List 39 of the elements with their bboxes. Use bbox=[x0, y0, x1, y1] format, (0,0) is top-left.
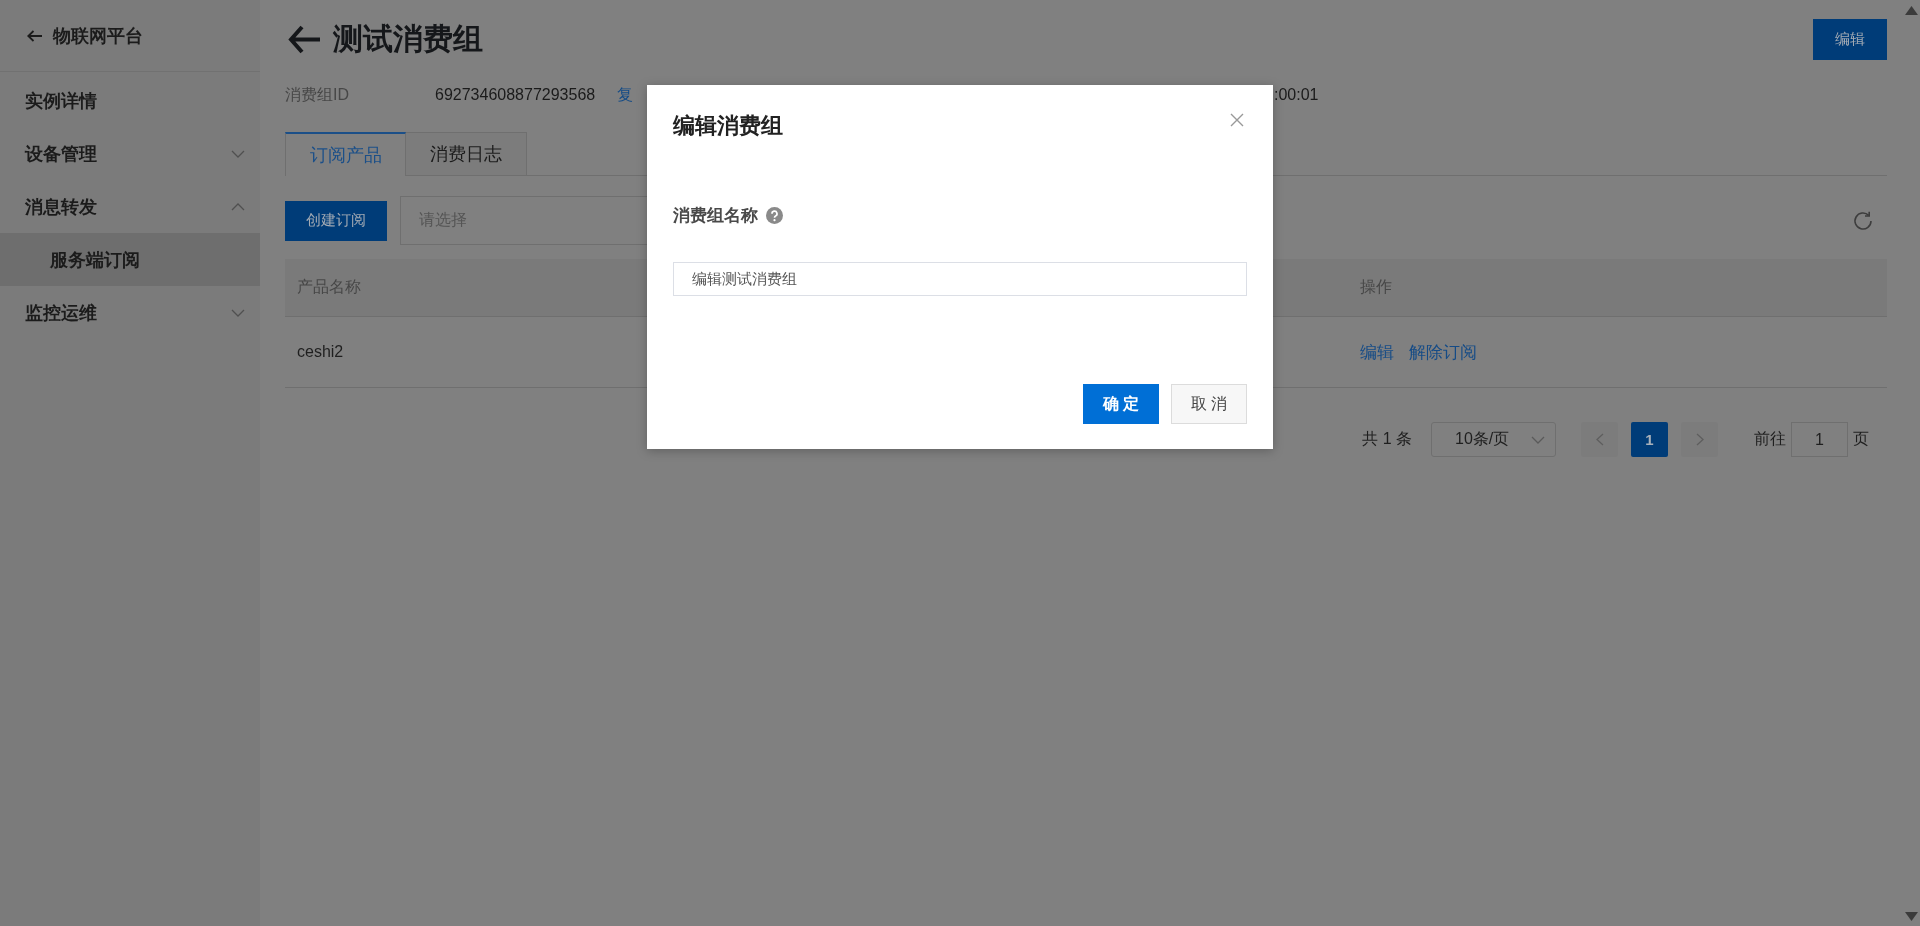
scroll-up-arrow-icon[interactable] bbox=[1905, 6, 1918, 15]
action-link[interactable]: 解除订阅 bbox=[1409, 340, 1477, 364]
name-input[interactable]: 编辑测试消费组 bbox=[673, 262, 1247, 296]
partial-text: :00:01 bbox=[1274, 86, 1319, 104]
chevron-left-icon bbox=[1595, 433, 1604, 446]
close-icon[interactable] bbox=[1230, 113, 1244, 127]
page-size-select[interactable]: 10条/页 bbox=[1431, 422, 1556, 457]
action-link[interactable]: 编辑 bbox=[1360, 340, 1394, 364]
tab[interactable]: 消费日志 bbox=[406, 132, 527, 175]
copy-link[interactable]: 复 bbox=[617, 84, 633, 106]
tab[interactable]: 订阅产品 bbox=[285, 132, 406, 176]
scroll-down-arrow-icon[interactable] bbox=[1905, 912, 1918, 921]
page-title: 测试消费组 bbox=[333, 20, 483, 57]
cancel-button[interactable]: 取 消 bbox=[1171, 384, 1247, 424]
chevron-down-icon bbox=[1531, 435, 1545, 444]
table-cell: ceshi2 bbox=[297, 343, 344, 361]
edit-button[interactable]: 编辑 bbox=[1813, 18, 1887, 60]
page-input[interactable]: 1 bbox=[1791, 422, 1848, 457]
sidebar-subitem[interactable]: 服务端订阅 bbox=[0, 233, 260, 286]
sidebar-item[interactable]: 监控运维 bbox=[0, 286, 260, 339]
id-value: 692734608877293568 bbox=[435, 86, 596, 104]
confirm-button[interactable]: 确 定 bbox=[1083, 384, 1159, 424]
page-button[interactable]: 1 bbox=[1631, 422, 1668, 457]
refresh-icon[interactable] bbox=[1853, 210, 1873, 231]
field-label: 消费组ID bbox=[285, 84, 349, 105]
create-subscription-button[interactable]: 创建订阅 bbox=[285, 200, 387, 241]
chevron-right-icon bbox=[1695, 433, 1704, 446]
back-arrow-icon bbox=[27, 29, 42, 42]
sidebar-item[interactable]: 实例详情 bbox=[0, 74, 260, 127]
back-link[interactable]: 物联网平台 bbox=[27, 23, 143, 48]
field-label: 消费组名称 bbox=[673, 204, 758, 227]
sidebar-item[interactable]: 设备管理 bbox=[0, 127, 260, 180]
sidebar-item[interactable]: 消息转发 bbox=[0, 180, 260, 233]
back-arrow-icon[interactable] bbox=[288, 24, 320, 54]
goto-label: 前往 bbox=[1754, 429, 1786, 449]
dialog-title: 编辑消费组 bbox=[673, 112, 783, 140]
help-icon bbox=[766, 206, 783, 224]
total-count: 共 1 条 bbox=[1362, 429, 1412, 449]
page-suffix: 页 bbox=[1853, 429, 1869, 449]
